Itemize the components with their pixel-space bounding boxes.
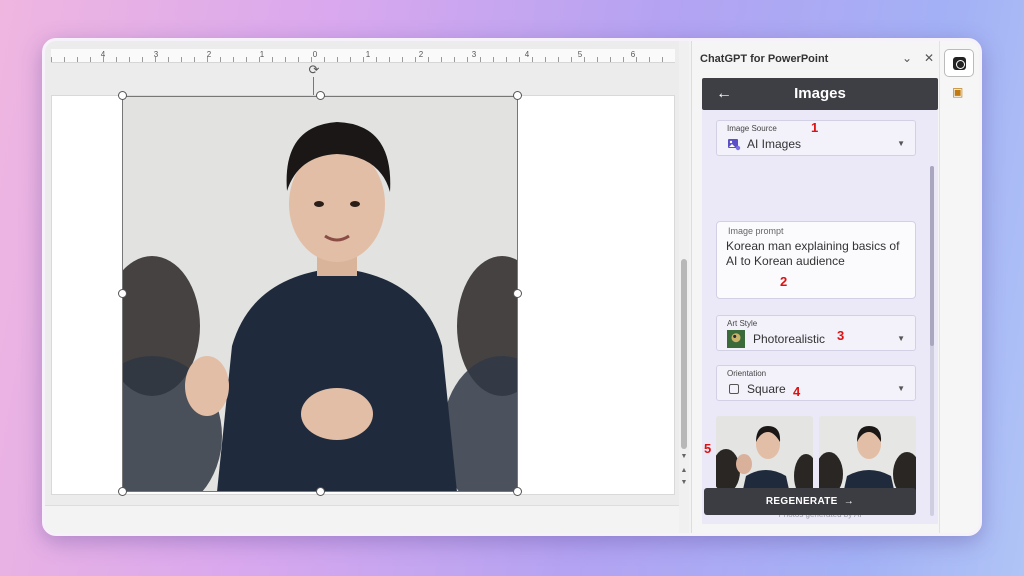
- ruler-label: 0: [312, 50, 318, 59]
- chevron-down-icon: ▼: [897, 139, 905, 148]
- ruler-label: 6: [630, 50, 636, 59]
- images-title: Images: [794, 85, 846, 102]
- annotation-marker-5: 5: [704, 441, 712, 456]
- annotation-marker-4: 4: [793, 384, 801, 399]
- ruler-label: 4: [524, 50, 530, 59]
- pane-scrollbar[interactable]: [930, 166, 934, 516]
- pane-scrollbar-thumb[interactable]: [930, 166, 934, 346]
- clipped-description: [722, 110, 725, 114]
- slide-editor: 4 3 2 1 0 1 2 3 4 5 6 ⟳: [45, 41, 689, 533]
- image-source-select[interactable]: Image Source AI Images ▼ 1: [716, 120, 916, 156]
- slide-canvas[interactable]: [51, 91, 675, 496]
- rotate-handle-icon[interactable]: ⟳: [305, 63, 323, 77]
- addin-folder-icon[interactable]: ▣: [952, 85, 963, 99]
- ruler-label: 4: [100, 50, 106, 59]
- chevron-down-icon: ▼: [897, 334, 905, 343]
- orientation-select[interactable]: Orientation Square ▼ 4: [716, 365, 916, 401]
- ruler-label: 2: [418, 50, 424, 59]
- resize-handle-bottom-right[interactable]: [513, 487, 522, 496]
- ruler-label: 1: [365, 50, 371, 59]
- resize-handle-left[interactable]: [118, 289, 127, 298]
- resize-handle-top-right[interactable]: [513, 91, 522, 100]
- annotation-marker-1: 1: [811, 120, 819, 135]
- chatgpt-addin-button[interactable]: [944, 49, 974, 77]
- chevron-down-icon: ▼: [897, 384, 905, 393]
- scroll-next-slide-icon[interactable]: ▼: [680, 479, 688, 486]
- resize-handle-bottom[interactable]: [316, 487, 325, 496]
- orientation-value: Square: [747, 382, 786, 396]
- ruler-label: 1: [259, 50, 265, 59]
- resize-handle-right[interactable]: [513, 289, 522, 298]
- image-prompt-label: Image prompt: [728, 226, 784, 236]
- square-shape-icon: [729, 384, 739, 394]
- regenerate-label: REGENERATE: [765, 496, 838, 507]
- annotation-marker-2: 2: [780, 274, 788, 289]
- orientation-label: Orientation: [727, 369, 767, 378]
- presenter-photo: [122, 96, 518, 492]
- regenerate-button[interactable]: REGENERATE →: [704, 488, 916, 515]
- art-style-value: Photorealistic: [753, 332, 826, 346]
- slide-scrollbar[interactable]: ▼ ▲ ▼: [679, 41, 689, 533]
- pane-app-title: ChatGPT for PowerPoint: [700, 53, 829, 65]
- slide-bottom-bar: [45, 505, 689, 533]
- scroll-prev-slide-icon[interactable]: ▲: [680, 467, 688, 474]
- images-header: ← Images: [702, 78, 938, 110]
- addin-task-pane: ChatGPT for PowerPoint ⌄ ✕ ← Images Imag…: [691, 41, 939, 533]
- annotation-marker-3: 3: [837, 328, 845, 343]
- chevron-down-icon[interactable]: ⌄: [902, 51, 912, 65]
- resize-handle-bottom-left[interactable]: [118, 487, 127, 496]
- image-prompt-text: Korean man explaining basics of AI to Ko…: [726, 239, 900, 268]
- ruler-label: 3: [153, 50, 159, 59]
- image-prompt-input[interactable]: Image prompt Korean man explaining basic…: [716, 221, 916, 299]
- addin-sidebar: ▣: [939, 41, 979, 533]
- ruler-label: 2: [206, 50, 212, 59]
- horizontal-ruler: 4 3 2 1 0 1 2 3 4 5 6: [51, 49, 675, 63]
- ruler-label: 3: [471, 50, 477, 59]
- slide-image[interactable]: [122, 96, 518, 492]
- images-form: Image Source AI Images ▼ 1 Image prompt …: [702, 110, 938, 524]
- resize-handle-top-left[interactable]: [118, 91, 127, 100]
- resize-handle-top[interactable]: [316, 91, 325, 100]
- chatgpt-icon: [953, 57, 966, 70]
- ai-images-icon: [728, 139, 741, 151]
- scroll-down-icon[interactable]: ▼: [680, 453, 688, 460]
- arrow-right-icon: →: [840, 496, 855, 507]
- image-source-label: Image Source: [727, 124, 777, 133]
- ruler-label: 5: [577, 50, 583, 59]
- image-source-value: AI Images: [747, 137, 802, 151]
- powerpoint-window: 4 3 2 1 0 1 2 3 4 5 6 ⟳ ▼ ▲ ▼ ChatGPT fo…: [42, 38, 982, 536]
- scrollbar-thumb[interactable]: [681, 259, 687, 449]
- photorealistic-icon: [727, 330, 745, 348]
- art-style-label: Art Style: [727, 319, 758, 328]
- art-style-select[interactable]: Art Style Photorealistic ▼ 3: [716, 315, 916, 351]
- rotate-line: [313, 77, 314, 95]
- close-icon[interactable]: ✕: [924, 51, 934, 65]
